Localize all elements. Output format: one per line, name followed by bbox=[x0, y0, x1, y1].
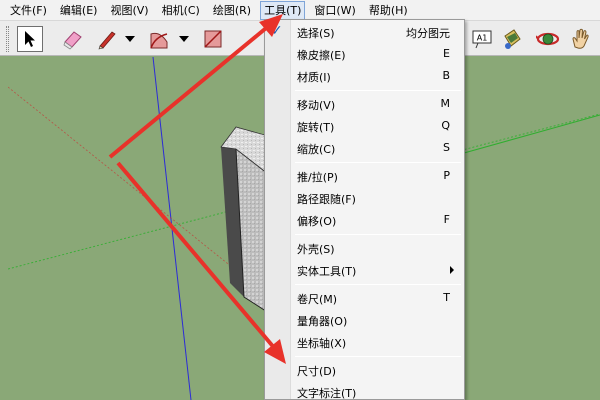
tools-menu-item-shortcut: Q bbox=[441, 119, 450, 132]
eraser-tool-button[interactable] bbox=[60, 26, 86, 52]
tools-menu-item-label: 偏移(O) bbox=[297, 215, 337, 228]
tools-menu-item-label: 材质(I) bbox=[297, 71, 331, 84]
submenu-arrow-icon bbox=[450, 266, 454, 274]
tools-menu-item-shortcut: S bbox=[443, 141, 450, 154]
tools-menu: ✓ 选择(S) 均分图元橡皮擦(E) E 材质(I) B 移动(V) M 旋转(T) Q 缩放(C)… bbox=[264, 19, 465, 400]
checkmark-icon: ✓ bbox=[271, 23, 283, 39]
tools-menu-item[interactable]: 缩放(C) S bbox=[265, 138, 464, 159]
pencil-tool-button[interactable] bbox=[94, 26, 120, 52]
tools-menu-item[interactable]: 材质(I) B bbox=[265, 66, 464, 87]
menu-window[interactable]: 窗口(W) bbox=[310, 1, 359, 20]
tools-menu-item-label: 选择(S) bbox=[297, 27, 335, 40]
tools-menu-item[interactable]: 移动(V) M bbox=[265, 94, 464, 115]
orbit-tool-button[interactable] bbox=[535, 26, 561, 52]
chevron-down-icon bbox=[125, 36, 135, 42]
tools-menu-item-label: 实体工具(T) bbox=[297, 265, 357, 278]
rectangle-tool-icon bbox=[204, 30, 222, 48]
eraser-tool-icon bbox=[63, 31, 82, 50]
tools-menu-item[interactable]: 橡皮擦(E) E bbox=[265, 44, 464, 65]
tools-menu-item-label: 缩放(C) bbox=[297, 143, 336, 156]
tools-menu-item-label: 移动(V) bbox=[297, 99, 336, 112]
tools-menu-item[interactable]: 尺寸(D) bbox=[265, 360, 464, 381]
chevron-down-icon bbox=[179, 36, 189, 42]
tools-menu-item-label: 路径跟随(F) bbox=[297, 193, 356, 206]
tools-menu-item[interactable]: 量角器(O) bbox=[265, 310, 464, 331]
paint-bucket-icon bbox=[504, 29, 521, 49]
tools-menu-item-label: 文字标注(T) bbox=[297, 387, 357, 400]
menu-separator bbox=[295, 162, 461, 163]
pencil-tool-icon bbox=[98, 31, 116, 50]
menu-bar: 文件(F) 编辑(E) 视图(V) 相机(C) 绘图(R) 工具(T) 窗口(W… bbox=[0, 0, 600, 21]
toolbar-grip[interactable] bbox=[6, 26, 9, 52]
tools-menu-item[interactable]: 卷尺(M) T bbox=[265, 288, 464, 309]
tools-menu-item-label: 量角器(O) bbox=[297, 315, 348, 328]
text-tool-icon: A1 bbox=[472, 30, 492, 49]
tools-menu-item[interactable]: 实体工具(T) bbox=[265, 260, 464, 281]
menu-camera[interactable]: 相机(C) bbox=[158, 1, 204, 20]
menu-draw[interactable]: 绘图(R) bbox=[209, 1, 255, 20]
tools-menu-item[interactable]: 旋转(T) Q bbox=[265, 116, 464, 137]
tools-menu-item[interactable]: 文字标注(T) bbox=[265, 382, 464, 400]
menu-separator bbox=[295, 356, 461, 357]
tools-menu-item-label: 旋转(T) bbox=[297, 121, 335, 134]
select-tool-icon bbox=[25, 31, 35, 47]
menu-file[interactable]: 文件(F) bbox=[6, 1, 51, 20]
menu-edit[interactable]: 编辑(E) bbox=[56, 1, 102, 20]
tools-menu-item-shortcut: B bbox=[442, 69, 450, 82]
tools-menu-item[interactable]: 推/拉(P) P bbox=[265, 166, 464, 187]
text-tool-label: A1 bbox=[477, 34, 488, 43]
tools-menu-item-shortcut: 均分图元 bbox=[406, 27, 450, 40]
tools-menu-item-shortcut: T bbox=[443, 291, 450, 304]
green-axis-solid bbox=[463, 114, 600, 154]
arc-tool-icon bbox=[150, 32, 168, 49]
menu-view[interactable]: 视图(V) bbox=[106, 1, 152, 20]
paint-bucket-button[interactable] bbox=[499, 26, 525, 52]
menu-separator bbox=[295, 284, 461, 285]
select-tool-button[interactable] bbox=[17, 26, 43, 52]
rectangle-tool-button[interactable] bbox=[200, 26, 226, 52]
menu-separator bbox=[295, 234, 461, 235]
menu-tools[interactable]: 工具(T) bbox=[260, 0, 306, 20]
menu-separator bbox=[295, 90, 461, 91]
tools-menu-item-shortcut: M bbox=[440, 97, 451, 110]
tools-menu-item-label: 尺寸(D) bbox=[297, 365, 337, 378]
pan-hand-icon bbox=[572, 28, 589, 49]
pencil-dropdown[interactable] bbox=[124, 29, 136, 49]
blue-axis bbox=[152, 57, 192, 400]
orbit-tool-icon bbox=[536, 32, 560, 46]
tools-menu-item-label: 推/拉(P) bbox=[297, 171, 338, 184]
arc-dropdown[interactable] bbox=[178, 29, 190, 49]
tools-menu-item-shortcut: F bbox=[443, 213, 450, 226]
tools-menu-item[interactable]: 坐标轴(X) bbox=[265, 332, 464, 353]
arc-tool-button[interactable] bbox=[146, 26, 172, 52]
tools-menu-item-label: 坐标轴(X) bbox=[297, 337, 347, 350]
tools-menu-item-label: 卷尺(M) bbox=[297, 293, 338, 306]
tools-menu-item[interactable]: 外壳(S) bbox=[265, 238, 464, 259]
tools-menu-item[interactable]: 偏移(O) F bbox=[265, 210, 464, 231]
tools-menu-item[interactable]: 路径跟随(F) bbox=[265, 188, 464, 209]
tools-menu-item[interactable]: ✓ 选择(S) 均分图元 bbox=[265, 22, 464, 43]
tools-menu-item-shortcut: P bbox=[443, 169, 450, 182]
tools-menu-item-label: 外壳(S) bbox=[297, 243, 335, 256]
menu-help[interactable]: 帮助(H) bbox=[365, 1, 412, 20]
tools-menu-item-label: 橡皮擦(E) bbox=[297, 49, 346, 62]
pan-hand-button[interactable] bbox=[568, 26, 594, 52]
text-tool-button[interactable]: A1 bbox=[469, 26, 495, 52]
tools-menu-item-shortcut: E bbox=[443, 47, 450, 60]
